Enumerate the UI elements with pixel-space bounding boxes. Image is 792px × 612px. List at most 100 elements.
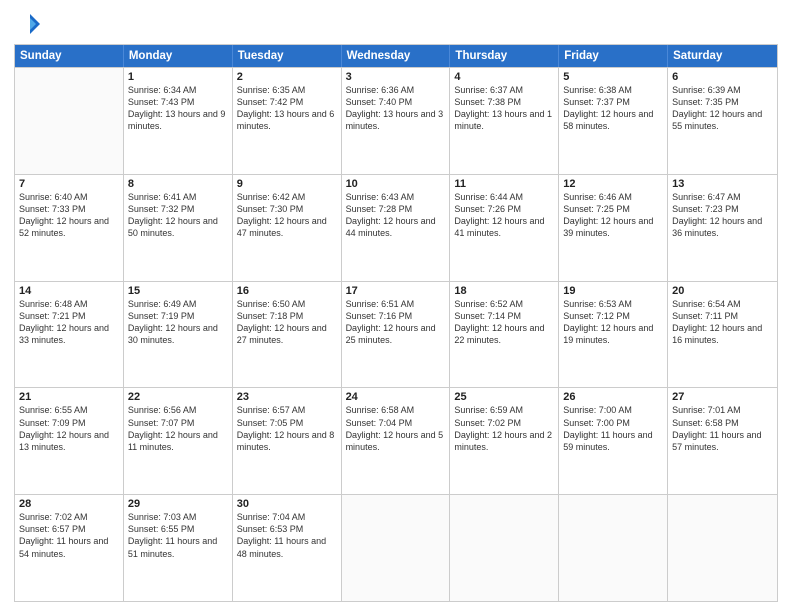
calendar-cell: 27Sunrise: 7:01 AMSunset: 6:58 PMDayligh… xyxy=(668,388,777,494)
cell-info: Sunrise: 6:59 AMSunset: 7:02 PMDaylight:… xyxy=(454,404,554,453)
cell-info: Sunrise: 6:48 AMSunset: 7:21 PMDaylight:… xyxy=(19,298,119,347)
calendar-cell: 22Sunrise: 6:56 AMSunset: 7:07 PMDayligh… xyxy=(124,388,233,494)
calendar-cell: 2Sunrise: 6:35 AMSunset: 7:42 PMDaylight… xyxy=(233,68,342,174)
day-number: 18 xyxy=(454,285,554,297)
cell-info: Sunrise: 6:42 AMSunset: 7:30 PMDaylight:… xyxy=(237,191,337,240)
day-number: 21 xyxy=(19,391,119,403)
calendar-cell: 24Sunrise: 6:58 AMSunset: 7:04 PMDayligh… xyxy=(342,388,451,494)
cell-info: Sunrise: 6:50 AMSunset: 7:18 PMDaylight:… xyxy=(237,298,337,347)
cell-info: Sunrise: 6:57 AMSunset: 7:05 PMDaylight:… xyxy=(237,404,337,453)
cell-info: Sunrise: 6:37 AMSunset: 7:38 PMDaylight:… xyxy=(454,84,554,133)
day-number: 7 xyxy=(19,178,119,190)
calendar-header: SundayMondayTuesdayWednesdayThursdayFrid… xyxy=(15,45,777,67)
day-number: 27 xyxy=(672,391,773,403)
calendar-cell: 16Sunrise: 6:50 AMSunset: 7:18 PMDayligh… xyxy=(233,282,342,388)
day-header-friday: Friday xyxy=(559,45,668,67)
cell-info: Sunrise: 6:52 AMSunset: 7:14 PMDaylight:… xyxy=(454,298,554,347)
calendar-cell: 21Sunrise: 6:55 AMSunset: 7:09 PMDayligh… xyxy=(15,388,124,494)
calendar-cell: 12Sunrise: 6:46 AMSunset: 7:25 PMDayligh… xyxy=(559,175,668,281)
day-number: 1 xyxy=(128,71,228,83)
cell-info: Sunrise: 6:55 AMSunset: 7:09 PMDaylight:… xyxy=(19,404,119,453)
day-number: 8 xyxy=(128,178,228,190)
calendar-cell: 10Sunrise: 6:43 AMSunset: 7:28 PMDayligh… xyxy=(342,175,451,281)
day-number: 26 xyxy=(563,391,663,403)
calendar-week-5: 28Sunrise: 7:02 AMSunset: 6:57 PMDayligh… xyxy=(15,494,777,601)
calendar-cell xyxy=(342,495,451,601)
day-number: 30 xyxy=(237,498,337,510)
day-header-thursday: Thursday xyxy=(450,45,559,67)
cell-info: Sunrise: 6:54 AMSunset: 7:11 PMDaylight:… xyxy=(672,298,773,347)
calendar-week-4: 21Sunrise: 6:55 AMSunset: 7:09 PMDayligh… xyxy=(15,387,777,494)
cell-info: Sunrise: 7:03 AMSunset: 6:55 PMDaylight:… xyxy=(128,511,228,560)
calendar-cell: 17Sunrise: 6:51 AMSunset: 7:16 PMDayligh… xyxy=(342,282,451,388)
day-header-monday: Monday xyxy=(124,45,233,67)
logo-icon xyxy=(14,10,42,38)
calendar-cell xyxy=(450,495,559,601)
calendar-cell: 6Sunrise: 6:39 AMSunset: 7:35 PMDaylight… xyxy=(668,68,777,174)
day-number: 19 xyxy=(563,285,663,297)
calendar-cell: 3Sunrise: 6:36 AMSunset: 7:40 PMDaylight… xyxy=(342,68,451,174)
day-number: 28 xyxy=(19,498,119,510)
calendar-cell: 30Sunrise: 7:04 AMSunset: 6:53 PMDayligh… xyxy=(233,495,342,601)
day-number: 14 xyxy=(19,285,119,297)
day-number: 2 xyxy=(237,71,337,83)
calendar-cell: 18Sunrise: 6:52 AMSunset: 7:14 PMDayligh… xyxy=(450,282,559,388)
day-number: 24 xyxy=(346,391,446,403)
calendar-cell: 28Sunrise: 7:02 AMSunset: 6:57 PMDayligh… xyxy=(15,495,124,601)
cell-info: Sunrise: 6:46 AMSunset: 7:25 PMDaylight:… xyxy=(563,191,663,240)
calendar-cell: 5Sunrise: 6:38 AMSunset: 7:37 PMDaylight… xyxy=(559,68,668,174)
cell-info: Sunrise: 6:40 AMSunset: 7:33 PMDaylight:… xyxy=(19,191,119,240)
day-number: 17 xyxy=(346,285,446,297)
calendar-cell: 14Sunrise: 6:48 AMSunset: 7:21 PMDayligh… xyxy=(15,282,124,388)
calendar-cell: 4Sunrise: 6:37 AMSunset: 7:38 PMDaylight… xyxy=(450,68,559,174)
cell-info: Sunrise: 7:04 AMSunset: 6:53 PMDaylight:… xyxy=(237,511,337,560)
day-number: 22 xyxy=(128,391,228,403)
cell-info: Sunrise: 6:56 AMSunset: 7:07 PMDaylight:… xyxy=(128,404,228,453)
day-number: 16 xyxy=(237,285,337,297)
day-number: 25 xyxy=(454,391,554,403)
day-header-wednesday: Wednesday xyxy=(342,45,451,67)
calendar-week-1: 1Sunrise: 6:34 AMSunset: 7:43 PMDaylight… xyxy=(15,67,777,174)
day-number: 6 xyxy=(672,71,773,83)
day-number: 20 xyxy=(672,285,773,297)
calendar-cell: 23Sunrise: 6:57 AMSunset: 7:05 PMDayligh… xyxy=(233,388,342,494)
calendar-cell: 20Sunrise: 6:54 AMSunset: 7:11 PMDayligh… xyxy=(668,282,777,388)
calendar-cell: 29Sunrise: 7:03 AMSunset: 6:55 PMDayligh… xyxy=(124,495,233,601)
logo xyxy=(14,10,46,38)
calendar-cell: 7Sunrise: 6:40 AMSunset: 7:33 PMDaylight… xyxy=(15,175,124,281)
calendar-cell: 26Sunrise: 7:00 AMSunset: 7:00 PMDayligh… xyxy=(559,388,668,494)
cell-info: Sunrise: 6:36 AMSunset: 7:40 PMDaylight:… xyxy=(346,84,446,133)
cell-info: Sunrise: 6:34 AMSunset: 7:43 PMDaylight:… xyxy=(128,84,228,133)
cell-info: Sunrise: 6:47 AMSunset: 7:23 PMDaylight:… xyxy=(672,191,773,240)
calendar-cell: 13Sunrise: 6:47 AMSunset: 7:23 PMDayligh… xyxy=(668,175,777,281)
calendar-body: 1Sunrise: 6:34 AMSunset: 7:43 PMDaylight… xyxy=(15,67,777,601)
cell-info: Sunrise: 6:58 AMSunset: 7:04 PMDaylight:… xyxy=(346,404,446,453)
day-number: 11 xyxy=(454,178,554,190)
cell-info: Sunrise: 6:35 AMSunset: 7:42 PMDaylight:… xyxy=(237,84,337,133)
cell-info: Sunrise: 7:02 AMSunset: 6:57 PMDaylight:… xyxy=(19,511,119,560)
cell-info: Sunrise: 6:39 AMSunset: 7:35 PMDaylight:… xyxy=(672,84,773,133)
calendar: SundayMondayTuesdayWednesdayThursdayFrid… xyxy=(14,44,778,602)
header xyxy=(14,10,778,38)
cell-info: Sunrise: 7:01 AMSunset: 6:58 PMDaylight:… xyxy=(672,404,773,453)
day-number: 15 xyxy=(128,285,228,297)
day-number: 9 xyxy=(237,178,337,190)
day-number: 13 xyxy=(672,178,773,190)
cell-info: Sunrise: 7:00 AMSunset: 7:00 PMDaylight:… xyxy=(563,404,663,453)
day-number: 10 xyxy=(346,178,446,190)
cell-info: Sunrise: 6:44 AMSunset: 7:26 PMDaylight:… xyxy=(454,191,554,240)
day-number: 23 xyxy=(237,391,337,403)
calendar-cell: 11Sunrise: 6:44 AMSunset: 7:26 PMDayligh… xyxy=(450,175,559,281)
calendar-cell xyxy=(15,68,124,174)
cell-info: Sunrise: 6:53 AMSunset: 7:12 PMDaylight:… xyxy=(563,298,663,347)
day-header-sunday: Sunday xyxy=(15,45,124,67)
cell-info: Sunrise: 6:41 AMSunset: 7:32 PMDaylight:… xyxy=(128,191,228,240)
calendar-cell: 1Sunrise: 6:34 AMSunset: 7:43 PMDaylight… xyxy=(124,68,233,174)
calendar-week-3: 14Sunrise: 6:48 AMSunset: 7:21 PMDayligh… xyxy=(15,281,777,388)
calendar-cell: 25Sunrise: 6:59 AMSunset: 7:02 PMDayligh… xyxy=(450,388,559,494)
cell-info: Sunrise: 6:51 AMSunset: 7:16 PMDaylight:… xyxy=(346,298,446,347)
calendar-cell: 8Sunrise: 6:41 AMSunset: 7:32 PMDaylight… xyxy=(124,175,233,281)
day-header-tuesday: Tuesday xyxy=(233,45,342,67)
calendar-cell: 9Sunrise: 6:42 AMSunset: 7:30 PMDaylight… xyxy=(233,175,342,281)
calendar-cell xyxy=(559,495,668,601)
